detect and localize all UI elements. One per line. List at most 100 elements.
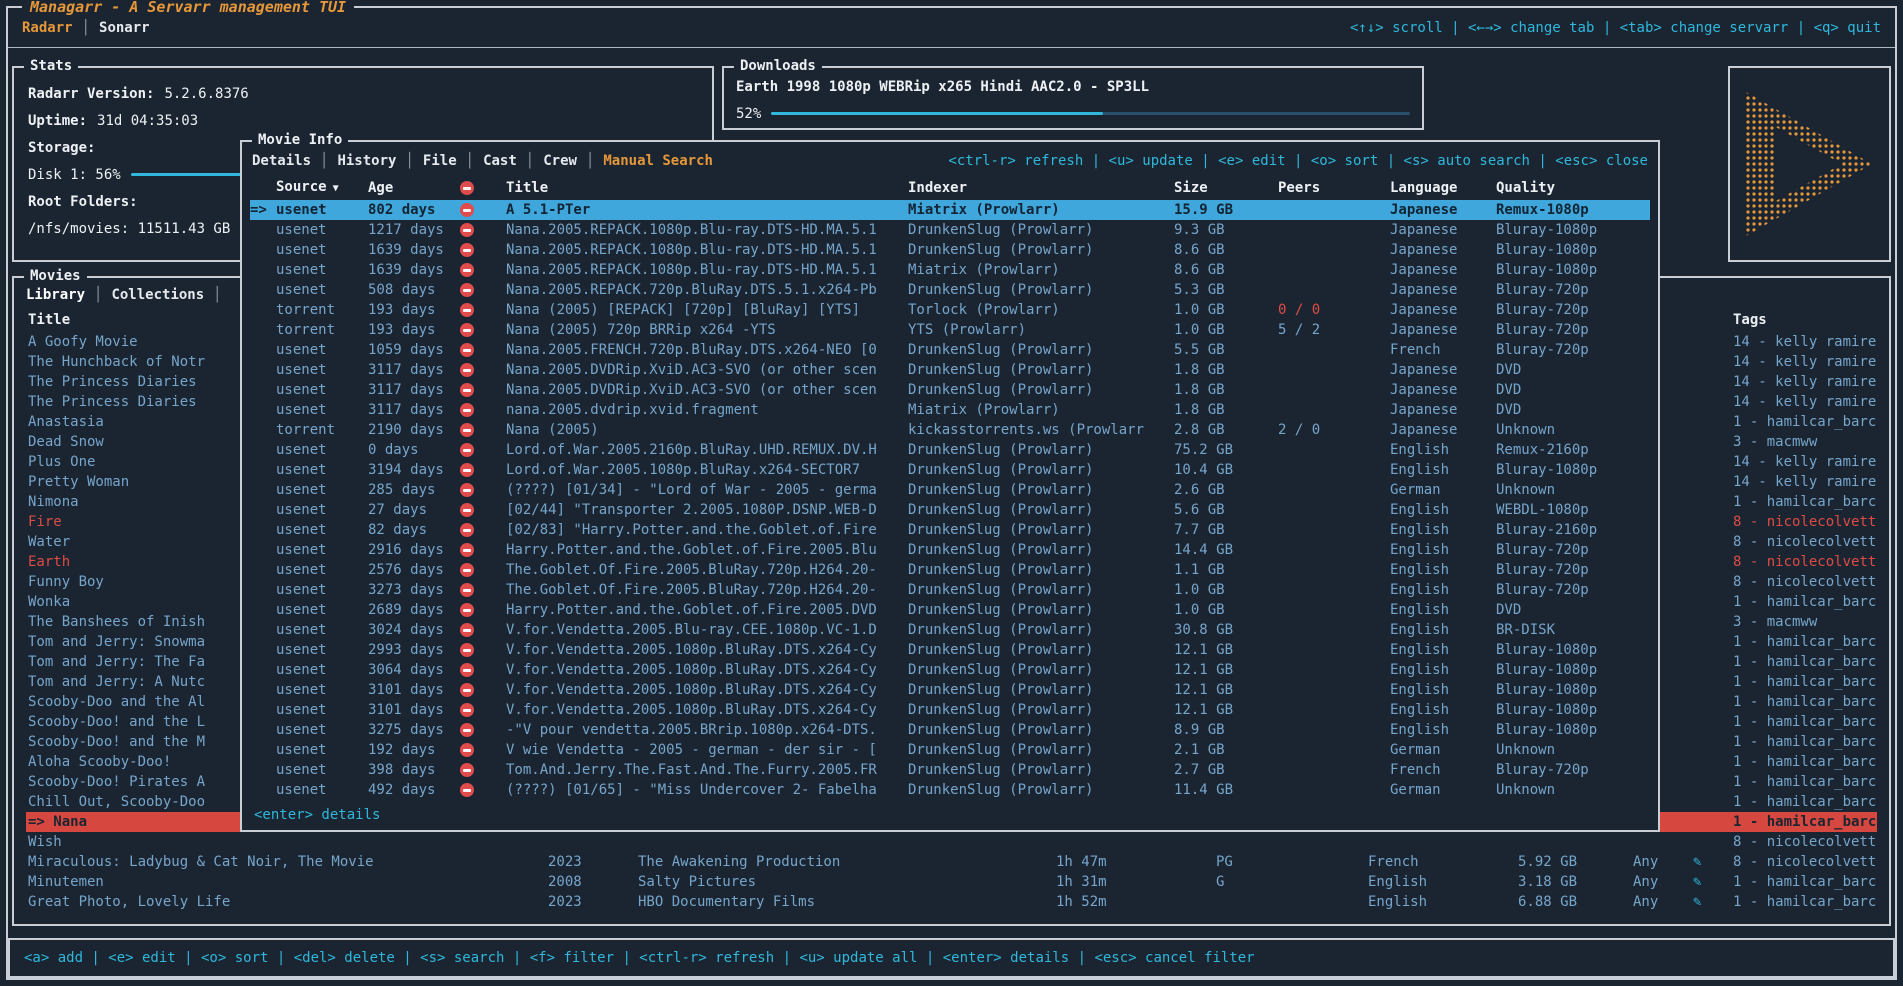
release-row[interactable]: usenet2689 daysHarry.Potter.and.the.Gobl… xyxy=(250,600,1650,620)
release-age: 3024 days xyxy=(368,620,460,640)
release-size: 10.4 GB xyxy=(1174,460,1278,480)
release-row[interactable]: usenet3024 daysV.for.Vendetta.2005.Blu-r… xyxy=(250,620,1650,640)
tab-crew[interactable]: Crew xyxy=(543,153,577,169)
tab-manual-search[interactable]: Manual Search xyxy=(603,153,713,169)
release-title: V.for.Vendetta.2005.1080p.BluRay.DTS.x26… xyxy=(506,640,908,660)
movie-runtime: 1h 52m xyxy=(1056,892,1216,912)
release-rejected xyxy=(460,240,506,260)
release-source-text: usenet xyxy=(276,222,327,238)
release-row[interactable]: usenet1639 daysNana.2005.REPACK.1080p.Bl… xyxy=(250,240,1650,260)
column-language[interactable]: Language xyxy=(1390,176,1496,200)
tab-cast[interactable]: Cast xyxy=(483,153,517,169)
release-quality: Bluray-1080p xyxy=(1496,640,1650,660)
tab-separator: │ xyxy=(213,287,221,303)
release-source-text: usenet xyxy=(276,562,327,578)
release-row[interactable]: torrent193 daysNana (2005) 720p BRRip x2… xyxy=(250,320,1650,340)
release-source: usenet xyxy=(250,720,368,740)
release-language: French xyxy=(1390,760,1496,780)
movie-tag: 1 - hamilcar_barca xyxy=(1733,732,1877,752)
no-entry-icon xyxy=(460,243,474,257)
release-rejected xyxy=(460,420,506,440)
release-row[interactable]: usenet285 days(????) [01/34] - "Lord of … xyxy=(250,480,1650,500)
movie-runtime: 1h 47m xyxy=(1056,852,1216,872)
release-title: V.for.Vendetta.2005.Blu-ray.CEE.1080p.VC… xyxy=(506,620,908,640)
release-size: 11.4 GB xyxy=(1174,780,1278,800)
release-size: 1.8 GB xyxy=(1174,380,1278,400)
tab-collections[interactable]: Collections xyxy=(111,287,204,303)
release-row[interactable]: torrent2190 daysNana (2005)kickasstorren… xyxy=(250,420,1650,440)
release-row[interactable]: usenet398 daysTom.And.Jerry.The.Fast.And… xyxy=(250,760,1650,780)
movie-row[interactable]: Wish8 - nicolecolvett xyxy=(26,832,1877,852)
release-row[interactable]: usenet3194 daysLord.of.War.2005.1080p.Bl… xyxy=(250,460,1650,480)
release-row[interactable]: usenet2576 daysThe.Goblet.Of.Fire.2005.B… xyxy=(250,560,1650,580)
release-title: Harry.Potter.and.the.Goblet.of.Fire.2005… xyxy=(506,540,908,560)
release-source-text: usenet xyxy=(276,402,327,418)
release-row[interactable]: usenet1217 daysNana.2005.REPACK.1080p.Bl… xyxy=(250,220,1650,240)
release-row[interactable]: =>usenet802 daysA 5.1-PTerMiatrix (Prowl… xyxy=(250,200,1650,220)
release-row[interactable]: usenet192 daysV wie Vendetta - 2005 - ge… xyxy=(250,740,1650,760)
release-indexer: DrunkenSlug (Prowlarr) xyxy=(908,620,1174,640)
release-source-text: usenet xyxy=(276,282,327,298)
root-folder-value: /nfs/movies: 11511.43 GB xyxy=(28,221,230,237)
release-title: Nana.2005.REPACK.1080p.Blu-ray.DTS-HD.MA… xyxy=(506,220,908,240)
release-row[interactable]: usenet3275 days-"V pour vendetta.2005.BR… xyxy=(250,720,1650,740)
column-release-title[interactable]: Title xyxy=(506,176,908,200)
release-row[interactable]: usenet3064 daysV.for.Vendetta.2005.1080p… xyxy=(250,660,1650,680)
release-source: usenet xyxy=(250,560,368,580)
no-entry-icon xyxy=(460,463,474,477)
column-size[interactable]: Size xyxy=(1174,176,1278,200)
column-quality[interactable]: Quality xyxy=(1496,176,1650,200)
release-row[interactable]: usenet27 days[02/44] "Transporter 2.2005… xyxy=(250,500,1650,520)
app-frame: Managarr - A Servarr management TUI Rada… xyxy=(6,6,1897,980)
release-row[interactable]: usenet3273 daysThe.Goblet.Of.Fire.2005.B… xyxy=(250,580,1650,600)
release-row[interactable]: usenet2993 daysV.for.Vendetta.2005.1080p… xyxy=(250,640,1650,660)
release-rejected xyxy=(460,620,506,640)
release-size: 8.6 GB xyxy=(1174,260,1278,280)
release-title: Nana.2005.DVDRip.XviD.AC3-SVO (or other … xyxy=(506,380,908,400)
release-row[interactable]: usenet508 daysNana.2005.REPACK.720p.BluR… xyxy=(250,280,1650,300)
release-row[interactable]: usenet1639 daysNana.2005.REPACK.1080p.Bl… xyxy=(250,260,1650,280)
release-row[interactable]: usenet0 daysLord.of.War.2005.2160p.BluRa… xyxy=(250,440,1650,460)
release-row[interactable]: usenet492 days(????) [01/65] - "Miss Und… xyxy=(250,780,1650,800)
tab-sonarr[interactable]: Sonarr xyxy=(99,20,150,36)
release-title: V.for.Vendetta.2005.1080p.BluRay.DTS.x26… xyxy=(506,660,908,680)
column-indexer[interactable]: Indexer xyxy=(908,176,1174,200)
release-quality: Bluray-1080p xyxy=(1496,460,1650,480)
release-row[interactable]: usenet3117 daysNana.2005.DVDRip.XviD.AC3… xyxy=(250,360,1650,380)
release-title: V.for.Vendetta.2005.1080p.BluRay.DTS.x26… xyxy=(506,680,908,700)
release-source-text: usenet xyxy=(276,662,327,678)
release-size: 12.1 GB xyxy=(1174,680,1278,700)
release-indexer: DrunkenSlug (Prowlarr) xyxy=(908,780,1174,800)
release-age: 3117 days xyxy=(368,400,460,420)
release-age: 2190 days xyxy=(368,420,460,440)
tab-history[interactable]: History xyxy=(337,153,396,169)
column-peers[interactable]: Peers xyxy=(1278,176,1390,200)
tab-details[interactable]: Details xyxy=(252,153,311,169)
movie-row[interactable]: Minutemen2008Salty Pictures1h 31mGEnglis… xyxy=(26,872,1877,892)
tab-file[interactable]: File xyxy=(423,153,457,169)
release-row[interactable]: usenet82 days[02/83] "Harry.Potter.and.t… xyxy=(250,520,1650,540)
release-age: 0 days xyxy=(368,440,460,460)
release-row[interactable]: usenet3101 daysV.for.Vendetta.2005.1080p… xyxy=(250,680,1650,700)
release-row[interactable]: usenet1059 daysNana.2005.FRENCH.720p.Blu… xyxy=(250,340,1650,360)
release-rejected xyxy=(460,380,506,400)
release-language: Japanese xyxy=(1390,280,1496,300)
tab-radarr[interactable]: Radarr xyxy=(22,20,73,36)
tab-library[interactable]: Library xyxy=(26,287,85,303)
release-row[interactable]: usenet2916 daysHarry.Potter.and.the.Gobl… xyxy=(250,540,1650,560)
release-row[interactable]: usenet3117 daysNana.2005.DVDRip.XviD.AC3… xyxy=(250,380,1650,400)
column-tags[interactable]: Tags xyxy=(1733,308,1877,332)
release-row[interactable]: usenet3101 daysV.for.Vendetta.2005.1080p… xyxy=(250,700,1650,720)
release-indexer: DrunkenSlug (Prowlarr) xyxy=(908,760,1174,780)
column-rejected[interactable] xyxy=(460,176,506,200)
movie-row[interactable]: Great Photo, Lovely Life2023HBO Document… xyxy=(26,892,1877,912)
movie-tag: 1 - hamilcar_barca xyxy=(1733,672,1877,692)
release-row[interactable]: torrent193 daysNana (2005) [REPACK] [720… xyxy=(250,300,1650,320)
release-size: 30.8 GB xyxy=(1174,620,1278,640)
release-size: 1.8 GB xyxy=(1174,400,1278,420)
no-entry-icon xyxy=(460,303,474,317)
release-row[interactable]: usenet3117 daysnana.2005.dvdrip.xvid.fra… xyxy=(250,400,1650,420)
movie-row[interactable]: Miraculous: Ladybug & Cat Noir, The Movi… xyxy=(26,852,1877,872)
column-source-cell[interactable]: Source▼ xyxy=(250,175,368,201)
column-age[interactable]: Age xyxy=(368,176,460,200)
